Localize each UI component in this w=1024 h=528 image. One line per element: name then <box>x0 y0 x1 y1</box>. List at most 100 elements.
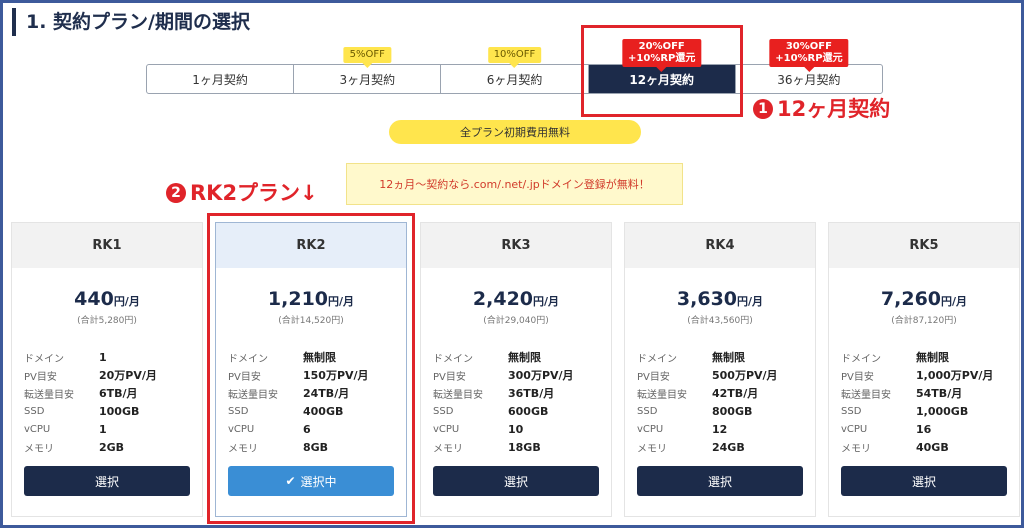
select-button-rk4[interactable]: 選択 <box>637 466 803 496</box>
plan-name: RK4 <box>625 223 815 268</box>
select-button-rk5[interactable]: 選択 <box>841 466 1007 496</box>
price-unit: 円/月 <box>941 295 968 308</box>
plan-card-rk1: RK1 440円/月 (合計5,280円) ドメイン 1 PV目安 20万PV/月 … <box>11 222 203 517</box>
price-amount: 440 <box>74 288 114 310</box>
plan-card-rk3: RK3 2,420円/月 (合計29,040円) ドメイン 無制限 PV目安 300… <box>420 222 612 517</box>
spec-label: 転送量目安 <box>24 389 74 401</box>
tab-36-months[interactable]: 30%OFF +10%RP還元 36ヶ月契約 <box>736 39 882 93</box>
price-amount: 7,260 <box>880 288 942 310</box>
price-unit: 円/月 <box>737 295 764 308</box>
select-button-rk3[interactable]: 選択 <box>433 466 599 496</box>
spec-value: 無制限 <box>916 351 949 364</box>
plan-total: (合計87,120円) <box>891 316 957 326</box>
plan-card-rk4: RK4 3,630円/月 (合計43,560円) ドメイン 無制限 PV目安 500… <box>624 222 816 517</box>
spec-row-memory: メモリ 18GB <box>433 438 611 456</box>
spec-value: 8GB <box>303 440 329 454</box>
spec-value: 40GB <box>916 440 949 454</box>
badge-line-2: +10%RP還元 <box>775 53 843 64</box>
spec-value: 600GB <box>508 404 549 418</box>
spec-row-transfer: 転送量目安 54TB/月 <box>841 384 1019 402</box>
spec-row-ssd: SSD 400GB <box>228 402 406 420</box>
spec-label: PV目安 <box>24 371 57 383</box>
tab-1-month[interactable]: 1ヶ月契約 <box>147 65 295 93</box>
plan-price: 1,210円/月 <box>216 288 406 310</box>
spec-row-memory: メモリ 24GB <box>637 438 815 456</box>
select-button-rk2[interactable]: ✔ 選択中 <box>228 466 394 496</box>
plan-total: (合計14,520円) <box>278 316 344 326</box>
plan-name: RK1 <box>12 223 202 268</box>
spec-label: ドメイン <box>841 353 881 365</box>
contract-period-tabs: 1ヶ月契約 5%OFF 3ヶ月契約 10%OFF 6ヶ月契約 20%OFF +1… <box>146 39 883 94</box>
spec-label: 転送量目安 <box>841 389 891 401</box>
spec-label: ドメイン <box>24 353 64 365</box>
tab-label: 6ヶ月契約 <box>486 72 543 87</box>
plan-specs: ドメイン 1 PV目安 20万PV/月 転送量目安 6TB/月 SSD 100GB vC… <box>24 348 202 456</box>
price-amount: 3,630 <box>676 288 738 310</box>
step-number-badge: 1 <box>753 99 773 119</box>
spec-row-pv: PV目安 1,000万PV/月 <box>841 366 1019 384</box>
spec-row-domain: ドメイン 無制限 <box>228 348 406 366</box>
spec-label: メモリ <box>433 443 463 455</box>
spec-row-ssd: SSD 100GB <box>24 402 202 420</box>
spec-row-vcpu: vCPU 1 <box>24 420 202 438</box>
spec-row-vcpu: vCPU 16 <box>841 420 1019 438</box>
spec-row-vcpu: vCPU 6 <box>228 420 406 438</box>
spec-row-domain: ドメイン 1 <box>24 348 202 366</box>
discount-badge: 5%OFF <box>343 47 391 68</box>
spec-value: 無制限 <box>303 351 336 364</box>
annotation-step-1: 1 12ヶ月契約 <box>753 97 890 121</box>
domain-free-notice: 12ヵ月〜契約なら.com/.net/.jpドメイン登録が無料！ <box>346 163 683 205</box>
plan-card-rk2: RK2 1,210円/月 (合計14,520円) ドメイン 無制限 PV目安 150… <box>215 222 407 517</box>
checkmark-icon: ✔ <box>285 474 296 488</box>
tab-6-months[interactable]: 10%OFF 6ヶ月契約 <box>441 47 589 93</box>
spec-label: ドメイン <box>228 353 268 365</box>
spec-value: 18GB <box>508 440 541 454</box>
plan-price: 3,630円/月 <box>625 288 815 310</box>
plan-specs: ドメイン 無制限 PV目安 1,000万PV/月 転送量目安 54TB/月 SSD 1,… <box>841 348 1019 456</box>
plan-card-rk5: RK5 7,260円/月 (合計87,120円) ドメイン 無制限 PV目安 1,0… <box>828 222 1020 517</box>
spec-row-transfer: 転送量目安 24TB/月 <box>228 384 406 402</box>
spec-row-vcpu: vCPU 12 <box>637 420 815 438</box>
spec-label: SSD <box>228 405 249 417</box>
spec-row-ssd: SSD 1,000GB <box>841 402 1019 420</box>
tab-label: 3ヶ月契約 <box>339 72 396 87</box>
spec-value: 150万PV/月 <box>303 369 369 382</box>
spec-label: 転送量目安 <box>433 389 483 401</box>
spec-value: 500万PV/月 <box>712 369 778 382</box>
spec-value: 1,000万PV/月 <box>916 369 994 382</box>
spec-label: PV目安 <box>433 371 466 383</box>
spec-value: 6TB/月 <box>99 387 138 400</box>
button-label: 選択中 <box>300 474 337 489</box>
spec-label: PV目安 <box>228 371 261 383</box>
spec-value: 800GB <box>712 404 753 418</box>
spec-row-pv: PV目安 300万PV/月 <box>433 366 611 384</box>
spec-row-ssd: SSD 800GB <box>637 402 815 420</box>
spec-value: 54TB/月 <box>916 387 963 400</box>
spec-row-domain: ドメイン 無制限 <box>637 348 815 366</box>
spec-label: vCPU <box>228 423 255 435</box>
spec-label: SSD <box>637 405 658 417</box>
annotation-text: 12ヶ月契約 <box>777 97 891 121</box>
spec-row-pv: PV目安 150万PV/月 <box>228 366 406 384</box>
select-button-rk1[interactable]: 選択 <box>24 466 190 496</box>
spec-row-transfer: 転送量目安 6TB/月 <box>24 384 202 402</box>
spec-row-ssd: SSD 600GB <box>433 402 611 420</box>
spec-row-domain: ドメイン 無制限 <box>841 348 1019 366</box>
tab-3-months[interactable]: 5%OFF 3ヶ月契約 <box>294 47 442 93</box>
spec-value: 16 <box>916 422 932 436</box>
spec-label: vCPU <box>24 423 51 435</box>
step-number-badge: 2 <box>166 183 186 203</box>
plan-specs: ドメイン 無制限 PV目安 300万PV/月 転送量目安 36TB/月 SSD 600G… <box>433 348 611 456</box>
free-setup-pill: 全プラン初期費用無料 <box>389 120 641 144</box>
spec-label: 転送量目安 <box>637 389 687 401</box>
spec-label: メモリ <box>228 443 258 455</box>
spec-value: 無制限 <box>508 351 541 364</box>
spec-value: 無制限 <box>712 351 745 364</box>
price-unit: 円/月 <box>533 295 560 308</box>
spec-row-memory: メモリ 2GB <box>24 438 202 456</box>
plan-price: 7,260円/月 <box>829 288 1019 310</box>
annotation-step-2: 2 RK2プラン↓ <box>166 181 318 205</box>
spec-value: 42TB/月 <box>712 387 759 400</box>
spec-row-vcpu: vCPU 10 <box>433 420 611 438</box>
spec-value: 1 <box>99 350 107 364</box>
